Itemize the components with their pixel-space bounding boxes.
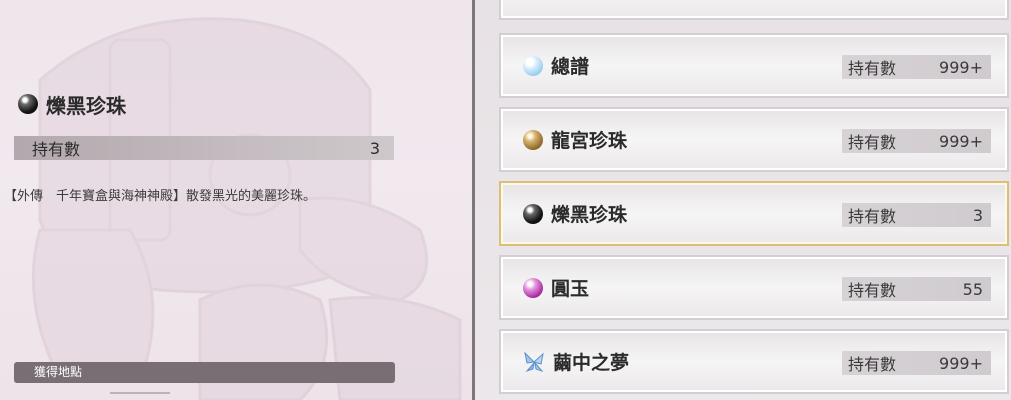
owned-count-bar: 持有數 3 (14, 136, 394, 160)
item-title: 爍黑珍珠 (18, 90, 126, 118)
list-item-count: 持有數 999+ (842, 351, 991, 375)
black-pearl-icon (18, 94, 38, 114)
list-item-count: 持有數 999+ (842, 129, 991, 153)
owned-count: 3 (369, 138, 380, 158)
list-item[interactable]: 圓玉 持有數 55 (499, 255, 1009, 320)
sheet-music-orb-icon (523, 55, 543, 76)
item-name: 爍黑珍珠 (46, 93, 126, 118)
obtain-location-entry-partial (110, 392, 170, 400)
purple-orb-icon (523, 277, 543, 298)
list-item[interactable]: 龍宮珍珠 持有數 999+ (499, 107, 1009, 172)
list-item-count: 持有數 999+ (842, 55, 991, 79)
gold-pearl-icon (523, 129, 543, 150)
list-item-name: 圓玉 (551, 278, 590, 300)
owned-label: 持有數 (32, 140, 81, 159)
butterfly-crystal-icon (523, 350, 545, 373)
list-item-count: 持有數 3 (842, 203, 991, 227)
list-item-name: 繭中之夢 (553, 352, 630, 374)
list-item-name: 龍宮珍珠 (551, 130, 628, 152)
list-item-partial-top[interactable] (499, 0, 1009, 20)
list-item[interactable]: 總譜 持有數 999+ (499, 33, 1009, 98)
list-item-selected[interactable]: 爍黑珍珠 持有數 3 (499, 181, 1009, 246)
item-description: 【外傳 千年寶盒與海神神殿】散發黑光的美麗珍珠。 (4, 189, 317, 204)
item-list-panel[interactable]: 總譜 持有數 999+ 龍宮珍珠 持有數 999+ 爍黑珍珠 持有數 3 圓玉 … (475, 0, 1011, 400)
black-pearl-icon (523, 203, 543, 224)
obtain-location-header: 獲得地點 (14, 362, 395, 383)
list-item-name: 總譜 (551, 56, 590, 78)
list-item[interactable]: 繭中之夢 持有數 999+ (499, 329, 1009, 394)
list-item-count: 持有數 55 (842, 277, 991, 301)
item-detail-panel: 爍黑珍珠 持有數 3 【外傳 千年寶盒與海神神殿】散發黑光的美麗珍珠。 獲得地點 (0, 0, 472, 400)
list-item-name: 爍黑珍珠 (551, 204, 628, 226)
